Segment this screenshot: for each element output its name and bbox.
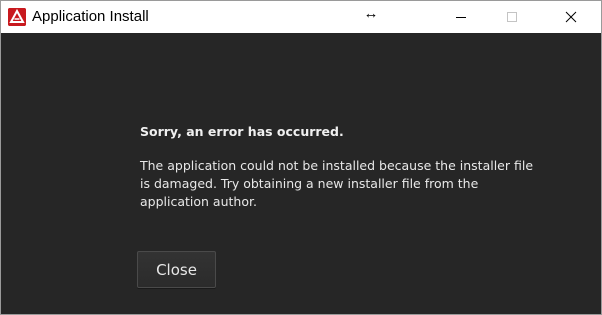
close-icon [565,11,577,23]
minimize-icon [456,17,466,18]
adobe-air-icon [8,8,26,26]
error-message: The application could not be installed b… [140,157,590,211]
horizontal-resize-icon: ↔ [363,5,379,22]
close-window-button[interactable] [548,1,594,33]
error-heading: Sorry, an error has occurred. [140,124,344,139]
window-title: Application Install [32,8,149,25]
error-message-line: is damaged. Try obtaining a new installe… [140,176,479,191]
maximize-icon [507,12,517,22]
minimize-button[interactable] [438,1,484,33]
dialog-content: Sorry, an error has occurred. The applic… [1,33,601,314]
close-button[interactable]: Close [137,251,216,288]
maximize-button[interactable] [489,1,535,33]
error-message-line: The application could not be installed b… [140,158,534,173]
application-install-window: Application Install ↔ Sorry, an error ha… [0,0,602,315]
error-message-line: application author. [140,194,257,209]
title-bar[interactable]: Application Install ↔ [1,1,601,33]
